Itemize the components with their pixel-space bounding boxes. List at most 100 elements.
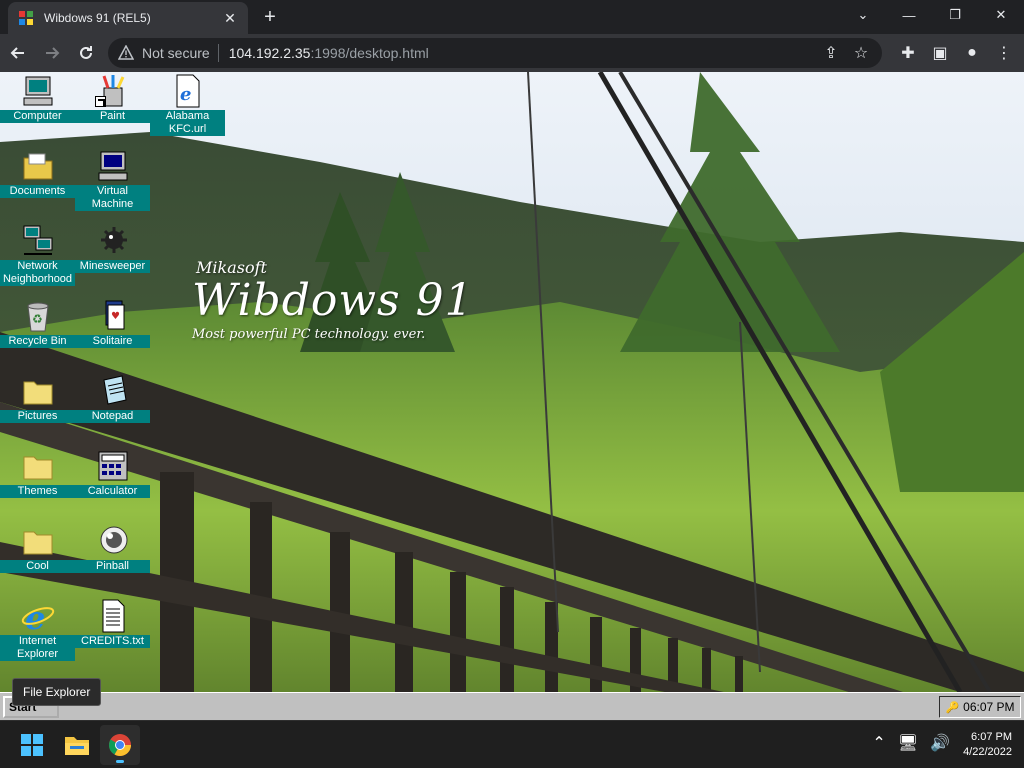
icon-label: CREDITS.txt <box>75 635 150 648</box>
side-panel-icon[interactable]: ▣ <box>924 37 956 69</box>
desktop-icon-notepad[interactable]: Notepad <box>75 374 150 423</box>
back-icon[interactable] <box>2 37 34 69</box>
desktop-icon-pictures[interactable]: Pictures <box>0 374 75 423</box>
icon-label: Network Neighborhood <box>0 260 75 286</box>
cards-icon: ♥ <box>105 300 124 330</box>
url-host: 104.192.2.35 <box>228 45 311 61</box>
brand-name: Wibdows 91 <box>192 275 474 326</box>
desktop-icon-cool[interactable]: Cool <box>0 524 75 573</box>
wibdows-brand: Mikasoft Wibdows 91 Most powerful PC tec… <box>192 258 474 342</box>
os-clock[interactable]: 6:07 PM 4/22/2022 <box>963 730 1012 760</box>
desktop-icon-internet-explorer[interactable]: e Internet Explorer <box>0 599 75 661</box>
browser-tab-bar: Wibdows 91 (REL5) ✕ + ⌄ — ❐ ✕ <box>0 0 1024 34</box>
network-status-icon[interactable]: 🖥 <box>898 733 918 753</box>
minimize-icon[interactable]: — <box>886 0 932 30</box>
icon-label: Virtual Machine <box>75 185 150 211</box>
desktop-icon-computer[interactable]: Computer <box>0 74 75 123</box>
wallpaper <box>0 72 1024 720</box>
folder-icon <box>23 531 52 555</box>
icon-label: Internet Explorer <box>0 635 75 661</box>
internet-explorer-icon: e <box>21 599 54 633</box>
desktop-icon-alabama-kfc[interactable]: e Alabama KFC.url <box>150 74 225 136</box>
browser-tab[interactable]: Wibdows 91 (REL5) ✕ <box>8 2 248 34</box>
desktop-icon-credits[interactable]: CREDITS.txt <box>75 599 150 648</box>
svg-text:e: e <box>25 599 45 633</box>
computer-icon <box>23 76 52 106</box>
folder-icon <box>23 456 52 480</box>
tab-title: Wibdows 91 (REL5) <box>44 11 151 25</box>
chevron-up-icon[interactable]: ⌃ <box>872 733 885 753</box>
pinball-icon <box>100 526 127 554</box>
restore-icon[interactable]: ❐ <box>932 0 978 30</box>
favicon-icon <box>19 11 33 25</box>
recycle-bin-icon: ♻ <box>26 302 49 332</box>
icon-label: Notepad <box>75 410 150 423</box>
desktop-icon-recycle-bin[interactable]: ♻ Recycle Bin <box>0 299 75 348</box>
security-label[interactable]: Not secure <box>142 45 210 61</box>
text-file-icon <box>102 599 124 633</box>
shortcut-arrow-icon <box>95 96 106 107</box>
desktop-icon-calculator[interactable]: Calculator <box>75 449 150 498</box>
svg-text:♻: ♻ <box>32 312 43 326</box>
desktop-icon-documents[interactable]: Documents <box>0 149 75 198</box>
desktop-icon-virtual-machine[interactable]: Virtual Machine <box>75 149 150 211</box>
mine-icon <box>100 227 127 253</box>
close-window-icon[interactable]: ✕ <box>978 0 1024 30</box>
brand-tagline: Most powerful PC technology. ever. <box>192 327 426 342</box>
new-tab-icon[interactable]: + <box>258 6 282 28</box>
url-path: :1998/desktop.html <box>310 45 429 61</box>
key-icon[interactable]: 🔑 <box>945 701 959 714</box>
svg-text:e: e <box>180 84 191 105</box>
desktop[interactable]: Mikasoft Wibdows 91 Most powerful PC tec… <box>0 72 1024 720</box>
forward-icon[interactable] <box>36 37 68 69</box>
os-date: 4/22/2022 <box>963 746 1012 758</box>
icon-label: Recycle Bin <box>0 335 75 348</box>
os-time: 6:07 PM <box>971 731 1012 743</box>
w91-taskbar: Start 🔑 06:07 PM <box>0 692 1024 720</box>
volume-icon[interactable]: 🔊 <box>930 733 950 753</box>
os-taskbar: ⌃ 🖥 🔊 6:07 PM 4/22/2022 <box>0 720 1024 768</box>
icon-label: Documents <box>0 185 75 198</box>
file-explorer-tooltip: File Explorer <box>12 678 102 706</box>
desktop-icon-paint[interactable]: Paint <box>75 74 150 123</box>
icon-label: Calculator <box>75 485 150 498</box>
folder-open-icon <box>23 153 52 180</box>
folder-icon <box>23 381 52 405</box>
icon-label: Computer <box>0 110 75 123</box>
warning-icon[interactable] <box>118 45 134 61</box>
desktop-icon-themes[interactable]: Themes <box>0 449 75 498</box>
notepad-icon <box>102 375 127 405</box>
tab-search-icon[interactable]: ⌄ <box>840 0 886 30</box>
desktop-icon-solitaire[interactable]: ♥ Solitaire <box>75 299 150 348</box>
windows-start-icon[interactable] <box>12 725 52 765</box>
extensions-icon[interactable]: ✚ <box>892 37 924 69</box>
address-bar[interactable]: Not secure 104.192.2.35 :1998/desktop.ht… <box>108 38 882 68</box>
icon-label: Themes <box>0 485 75 498</box>
system-tray: ⌃ 🖥 🔊 <box>872 733 950 753</box>
virtual-machine-icon <box>98 151 127 181</box>
share-icon[interactable]: ⇪ <box>816 43 846 63</box>
tab-close-icon[interactable]: ✕ <box>222 10 238 27</box>
bookmark-star-icon[interactable]: ☆ <box>846 43 876 63</box>
w91-clock[interactable]: 06:07 PM <box>963 700 1014 714</box>
desktop-icon-pinball[interactable]: Pinball <box>75 524 150 573</box>
active-indicator <box>116 760 124 763</box>
w91-tray: 🔑 06:07 PM <box>939 696 1021 718</box>
omnibox-divider <box>217 44 219 62</box>
icon-label: Minesweeper <box>75 260 150 273</box>
network-icon <box>23 225 52 255</box>
profile-icon[interactable]: ● <box>956 37 988 69</box>
chrome-icon[interactable] <box>100 725 140 765</box>
icon-label: Pinball <box>75 560 150 573</box>
browser-toolbar: Not secure 104.192.2.35 :1998/desktop.ht… <box>0 34 1024 72</box>
icon-label: Paint <box>75 110 150 123</box>
desktop-icon-network-neighborhood[interactable]: Network Neighborhood <box>0 224 75 286</box>
svg-text:♥: ♥ <box>111 311 120 322</box>
reload-icon[interactable] <box>70 37 102 69</box>
menu-icon[interactable]: ⋮ <box>988 37 1020 69</box>
icon-label: Pictures <box>0 410 75 423</box>
window-controls: ⌄ — ❐ ✕ <box>840 0 1024 30</box>
file-explorer-icon[interactable] <box>57 725 97 765</box>
internet-shortcut-icon: e <box>176 74 199 108</box>
desktop-icon-minesweeper[interactable]: Minesweeper <box>75 224 150 273</box>
